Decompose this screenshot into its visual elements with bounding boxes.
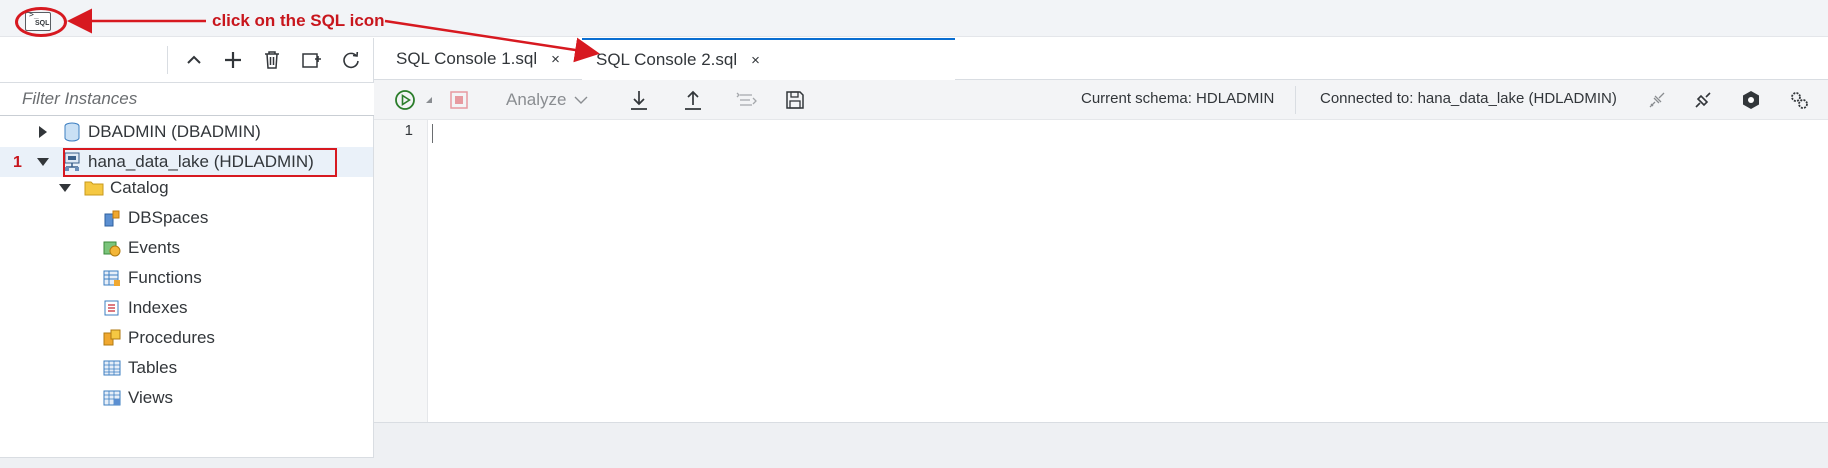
- collapse-icon[interactable]: [36, 155, 50, 169]
- save-icon[interactable]: [780, 86, 810, 114]
- tree-node-label: DBADMIN (DBADMIN): [88, 122, 261, 141]
- tab-sql-console-1[interactable]: SQL Console 1.sql ×: [396, 38, 560, 80]
- editor-results-bar: [374, 422, 1828, 468]
- tree-node-dbspaces[interactable]: DBSpaces: [102, 203, 208, 233]
- text-cursor: [432, 124, 433, 143]
- filter-instances-input[interactable]: [0, 83, 374, 115]
- instances-toolbar: [0, 38, 374, 82]
- connected-to-text: Connected to: hana_data_lake (HDLADMIN): [1320, 90, 1617, 107]
- close-icon[interactable]: ×: [551, 51, 560, 68]
- format-code-icon[interactable]: [732, 86, 762, 114]
- filter-instances-field[interactable]: [0, 82, 374, 116]
- tree-node-functions[interactable]: Functions: [102, 263, 202, 293]
- chevron-down-icon: [574, 95, 588, 105]
- database-icon: [62, 122, 82, 142]
- tree-node-indexes[interactable]: Indexes: [102, 293, 188, 323]
- toolbar-separator: [167, 46, 168, 74]
- analyze-label: Analyze: [506, 90, 567, 109]
- procedures-icon: [102, 328, 122, 348]
- table-icon: [102, 358, 122, 378]
- sql-options-icon[interactable]: [1736, 86, 1766, 114]
- annotation-instruction: click on the SQL icon: [212, 11, 385, 30]
- download-icon[interactable]: [624, 86, 654, 114]
- tree-node-label: Functions: [128, 268, 202, 287]
- left-panel-footer: [0, 457, 374, 468]
- status-separator: [1295, 86, 1296, 114]
- collapse-icon[interactable]: [58, 181, 72, 195]
- folder-icon: [84, 178, 104, 198]
- run-icon[interactable]: [390, 86, 420, 114]
- indexes-icon: [102, 298, 122, 318]
- line-number-gutter: 1: [374, 120, 428, 422]
- tree-node-label: Events: [128, 238, 180, 257]
- annotation-step-1: 1: [13, 154, 22, 171]
- line-number: 1: [404, 122, 413, 139]
- add-icon[interactable]: [217, 44, 249, 76]
- tree-node-label: DBSpaces: [128, 208, 209, 227]
- view-icon: [102, 388, 122, 408]
- functions-icon: [102, 268, 122, 288]
- annotation-box: [63, 148, 337, 177]
- editor-tab-strip: SQL Console 1.sql × SQL Console 2.sql ×: [374, 38, 1828, 80]
- tree-node-label: Procedures: [128, 328, 215, 347]
- refresh-icon[interactable]: [335, 44, 367, 76]
- settings-icon[interactable]: [1784, 86, 1814, 114]
- dbspaces-icon: [102, 208, 122, 228]
- close-icon[interactable]: ×: [751, 52, 760, 69]
- current-schema-text: Current schema: HDLADMIN: [1081, 90, 1275, 107]
- run-dropdown-icon[interactable]: [424, 86, 434, 114]
- disconnect-icon[interactable]: [1642, 86, 1672, 114]
- delete-icon[interactable]: [256, 44, 288, 76]
- tree-node-procedures[interactable]: Procedures: [102, 323, 215, 353]
- upload-icon[interactable]: [678, 86, 708, 114]
- stop-icon[interactable]: [444, 86, 474, 114]
- analyze-menu[interactable]: Analyze: [506, 86, 588, 114]
- add-group-icon[interactable]: [296, 44, 328, 76]
- events-icon: [102, 238, 122, 258]
- tree-node-label: Views: [128, 388, 174, 407]
- tab-label: SQL Console 2.sql: [596, 50, 738, 69]
- sql-editor-toolbar: Analyze Current schema: HDLADMIN Connect…: [374, 80, 1828, 120]
- collapse-all-icon[interactable]: [178, 44, 210, 76]
- tab-label: SQL Console 1.sql: [396, 49, 538, 68]
- tree-node-label: Catalog: [110, 178, 169, 197]
- tree-node-views[interactable]: Views: [102, 383, 173, 413]
- expand-icon[interactable]: [36, 125, 50, 139]
- tab-sql-console-2[interactable]: SQL Console 2.sql ×: [582, 38, 955, 80]
- tree-node-catalog[interactable]: Catalog: [58, 173, 169, 203]
- connect-icon[interactable]: [1688, 86, 1718, 114]
- tree-node-label: Tables: [128, 358, 178, 377]
- annotation-circle: [15, 7, 67, 37]
- tree-node-label: Indexes: [128, 298, 188, 317]
- tree-node-events[interactable]: Events: [102, 233, 180, 263]
- tree-node-tables[interactable]: Tables: [102, 353, 177, 383]
- instances-panel: DBADMIN (DBADMIN) hana_data_lake (HDLADM…: [0, 38, 374, 468]
- sql-editor-area[interactable]: [428, 120, 1828, 422]
- tree-node-dbadmin[interactable]: DBADMIN (DBADMIN): [36, 117, 261, 147]
